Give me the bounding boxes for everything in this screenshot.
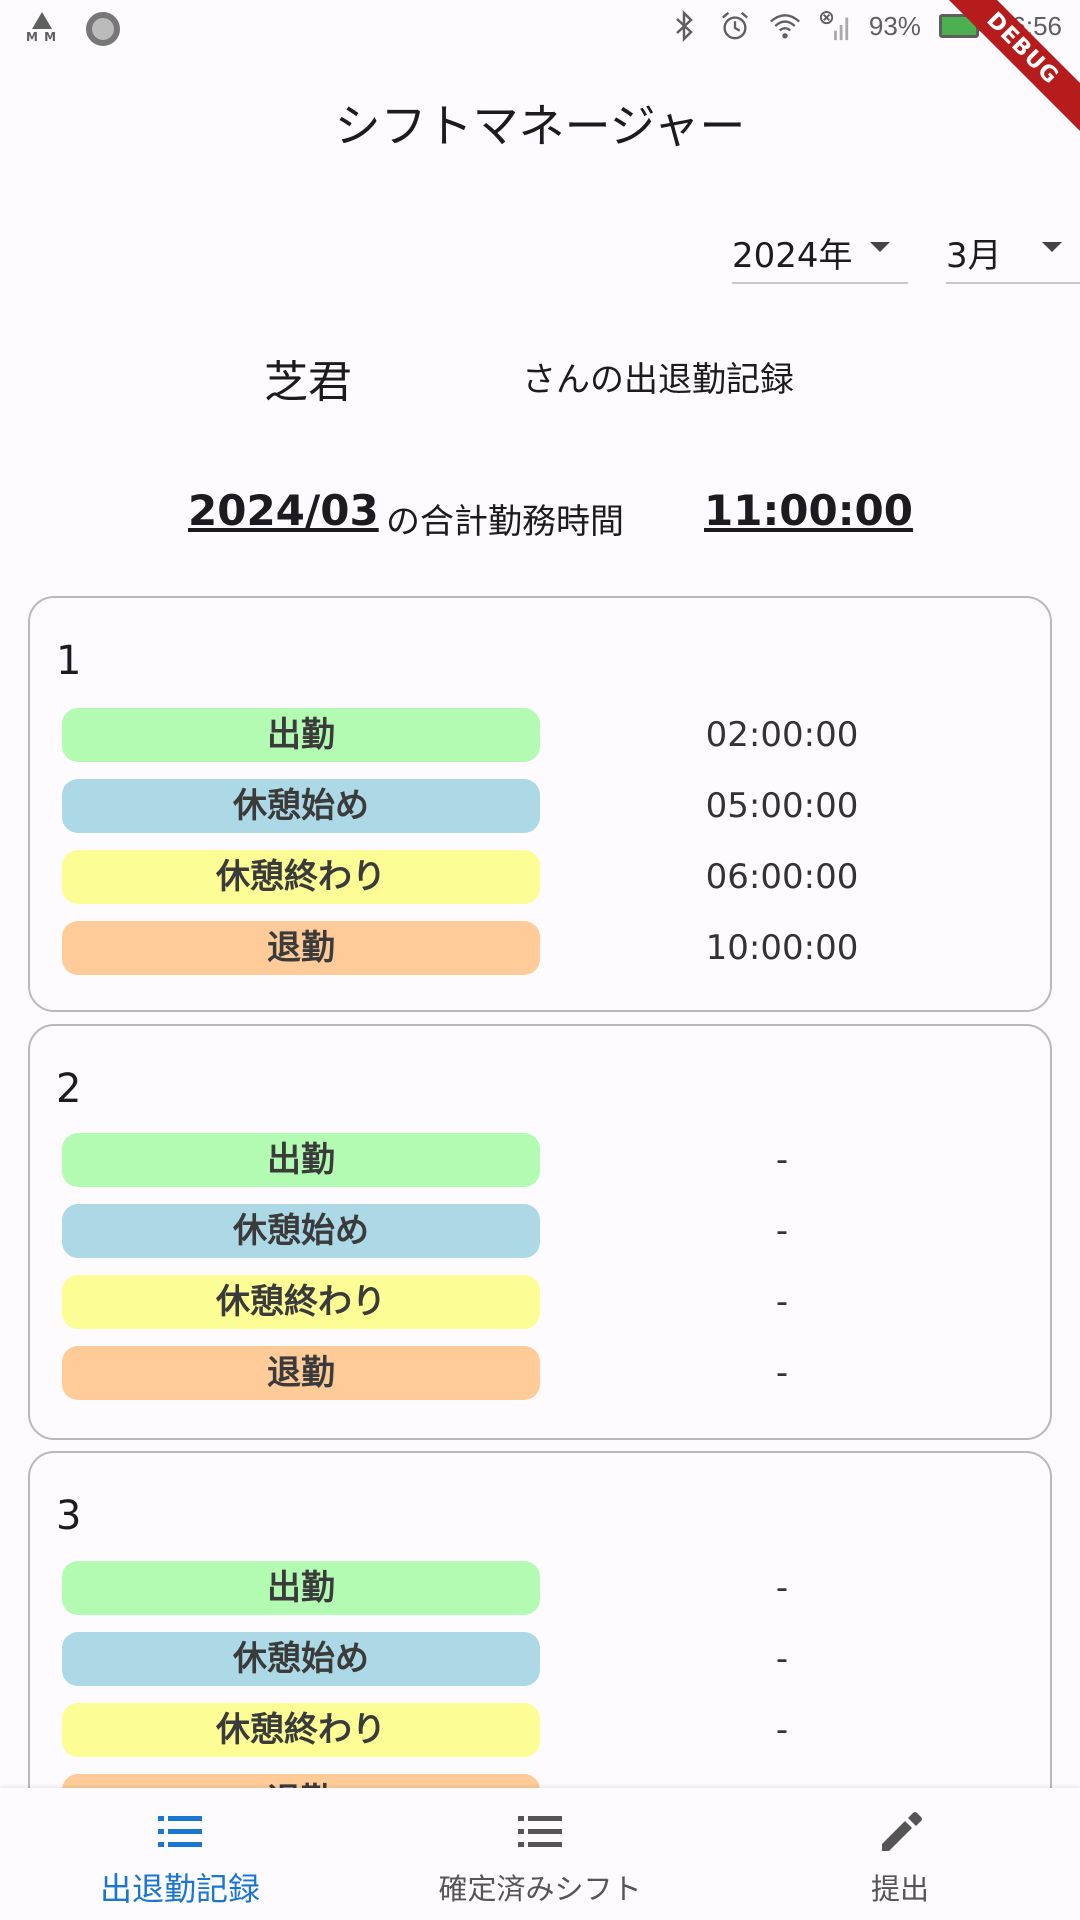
dropdown-arrow-icon xyxy=(1042,242,1062,252)
nav-attendance-records[interactable]: 出退勤記録 xyxy=(60,1788,300,1920)
record-time: - xyxy=(775,1568,789,1608)
clock-in-label: 出勤 xyxy=(62,1133,540,1187)
nav-label: 確定済みシフト xyxy=(438,1872,642,1906)
summary-total: 11:00:00 xyxy=(704,486,913,535)
nav-submit[interactable]: 提出 xyxy=(800,1788,1000,1920)
month-dropdown[interactable]: 3月 xyxy=(946,224,1080,284)
bottom-navigation: 出退勤記録 確定済みシフト 提出 xyxy=(0,1788,1080,1920)
user-suffix: さんの出退勤記録 xyxy=(522,360,794,400)
year-dropdown[interactable]: 2024年 xyxy=(732,224,908,284)
status-bar: M M 93% 16:56 xyxy=(0,0,1080,56)
day-number: 3 xyxy=(56,1493,82,1539)
record-row: 退勤 - xyxy=(62,1346,1022,1400)
battery-percent: 93% xyxy=(868,10,921,41)
record-time: 10:00:00 xyxy=(705,928,859,968)
record-row: 休憩終わり - xyxy=(62,1703,1022,1757)
record-row: 出勤 - xyxy=(62,1561,1022,1615)
day-card: 2 出勤 - 休憩始め - 休憩終わり - 退勤 - xyxy=(28,1024,1052,1440)
day-card: 1 出勤 02:00:00 休憩始め 05:00:00 休憩終わり 06:00:… xyxy=(28,596,1052,1012)
dropdown-arrow-icon xyxy=(870,242,890,252)
break-start-label: 休憩始め xyxy=(62,1204,540,1258)
summary-label: の合計勤務時間 xyxy=(386,502,624,542)
clock-out-label: 退勤 xyxy=(62,921,540,975)
pencil-icon xyxy=(876,1810,924,1854)
month-value: 3月 xyxy=(946,236,1002,276)
record-time: - xyxy=(775,1282,789,1322)
signal-icon xyxy=(819,8,851,44)
break-end-label: 休憩終わり xyxy=(62,1275,540,1329)
list-icon xyxy=(516,1810,564,1854)
list-icon xyxy=(156,1810,204,1854)
screen: M M 93% 16:56 DEBUG シフトマネージャー 2024年 3月 芝… xyxy=(0,0,1080,1920)
clock-in-label: 出勤 xyxy=(62,1561,540,1615)
record-row: 休憩始め - xyxy=(62,1204,1022,1258)
break-end-label: 休憩終わり xyxy=(62,1703,540,1757)
year-value: 2024年 xyxy=(732,236,853,276)
record-row: 休憩終わり 06:00:00 xyxy=(62,850,1022,904)
record-time: - xyxy=(775,1353,789,1393)
day-number: 1 xyxy=(56,638,82,684)
record-time: - xyxy=(775,1710,789,1750)
record-row: 出勤 - xyxy=(62,1133,1022,1187)
user-name: 芝君 xyxy=(264,357,352,408)
nav-label: 出退勤記録 xyxy=(99,1870,260,1908)
record-icon xyxy=(86,12,120,46)
day-number: 2 xyxy=(56,1066,82,1112)
record-row: 休憩終わり - xyxy=(62,1275,1022,1329)
record-row: 出勤 02:00:00 xyxy=(62,708,1022,762)
warning-icon: M M xyxy=(26,10,58,48)
record-time: - xyxy=(775,1639,789,1679)
summary-period: 2024/03 xyxy=(188,486,379,535)
break-start-label: 休憩始め xyxy=(62,779,540,833)
record-time: 06:00:00 xyxy=(705,857,859,897)
record-time: - xyxy=(775,1211,789,1251)
app-title: シフトマネージャー xyxy=(334,99,746,153)
record-row: 休憩始め - xyxy=(62,1632,1022,1686)
clock-in-label: 出勤 xyxy=(62,708,540,762)
monthly-summary: 2024/03 の合計勤務時間 11:00:00 xyxy=(0,486,1080,546)
alarm-icon xyxy=(719,8,751,44)
wifi-icon xyxy=(769,8,801,44)
record-time: - xyxy=(775,1140,789,1180)
nav-label: 提出 xyxy=(870,1872,929,1906)
record-row: 退勤 10:00:00 xyxy=(62,921,1022,975)
bluetooth-icon xyxy=(669,8,701,44)
nav-confirmed-shifts[interactable]: 確定済みシフト xyxy=(420,1788,660,1920)
mm-label: M M xyxy=(26,30,58,44)
clock-out-label: 退勤 xyxy=(62,1346,540,1400)
record-time: 02:00:00 xyxy=(705,715,859,755)
break-start-label: 休憩始め xyxy=(62,1632,540,1686)
break-end-label: 休憩終わり xyxy=(62,850,540,904)
record-row: 休憩始め 05:00:00 xyxy=(62,779,1022,833)
record-time: 05:00:00 xyxy=(705,786,859,826)
